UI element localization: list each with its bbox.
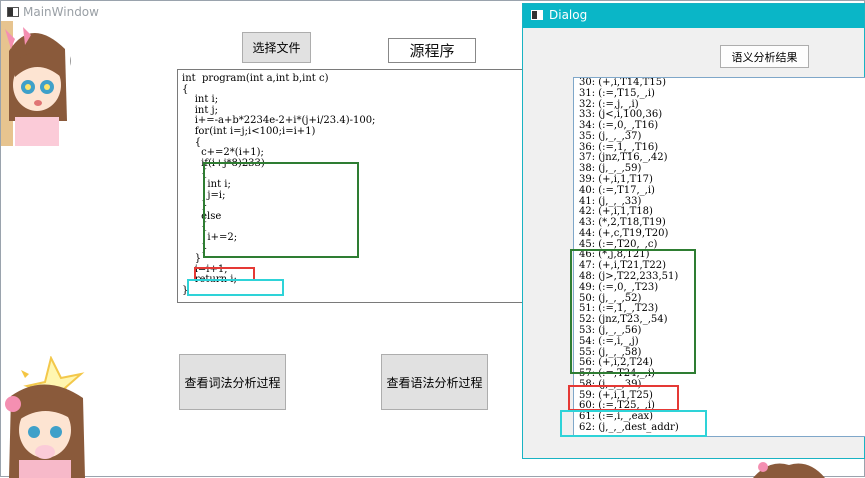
view-syntax-analysis-button[interactable]: 查看语法分析过程 xyxy=(381,354,488,410)
ir-line: 30: (+,i,T14,T15) xyxy=(579,77,666,88)
ir-line: 31: (:=,T15,_,i) xyxy=(579,87,655,99)
window-title: MainWindow xyxy=(23,5,99,19)
anime-girl-peek-image xyxy=(749,459,829,478)
dialog-icon xyxy=(531,10,543,20)
highlight-box-green xyxy=(203,162,359,258)
ir-line: 35: (j,_,_,37) xyxy=(579,130,642,142)
ir-line: 37: (jnz,T16,_,42) xyxy=(579,152,668,164)
highlight-box-cyan xyxy=(187,279,284,296)
ir-line: 41: (j,_,_,33) xyxy=(579,195,642,207)
ir-line: 43: (*,2,T18,T19) xyxy=(579,217,666,229)
ir-line: 44: (+,c,T19,T20) xyxy=(579,227,669,239)
source-program-label: 源程序 xyxy=(388,38,476,63)
window-icon xyxy=(7,7,19,17)
anime-girl-bottom-image xyxy=(1,356,91,478)
semantic-analysis-result-button[interactable]: 语义分析结果 xyxy=(720,45,809,68)
select-file-button[interactable]: 选择文件 xyxy=(242,32,311,63)
ir-line: 38: (j,_,_,59) xyxy=(579,163,642,175)
view-lexical-analysis-button[interactable]: 查看词法分析过程 xyxy=(179,354,286,410)
anime-girl-top-image xyxy=(1,21,71,146)
dialog-title: Dialog xyxy=(549,8,588,22)
ir-highlight-cyan xyxy=(560,410,707,437)
ir-line: 34: (:=,0,_,T16) xyxy=(579,120,659,132)
ir-line: 40: (:=,T17,_,i) xyxy=(579,184,655,196)
code-line: int program(int a,int b,int c) xyxy=(182,73,329,84)
ir-line: 32: (:=,j,_,i) xyxy=(579,98,639,110)
ir-line: 36: (:=,1,_,T16) xyxy=(579,141,659,153)
code-line: for(int i=j;i<100;i=i+1) xyxy=(182,126,316,137)
ir-line: 42: (+,i,1,T18) xyxy=(579,206,653,218)
dialog-titlebar: Dialog xyxy=(523,4,864,28)
ir-highlight-green xyxy=(570,249,696,374)
ir-line: 33: (j<,i,100,36) xyxy=(579,109,663,121)
ir-line: 39: (+,i,1,T17) xyxy=(579,174,653,186)
ir-highlight-red xyxy=(568,385,679,411)
main-titlebar: MainWindow xyxy=(1,1,531,25)
dialog-window: Dialog 语义分析结果 30: (+,i,T14,T15) 31: (:=,T… xyxy=(522,3,865,459)
